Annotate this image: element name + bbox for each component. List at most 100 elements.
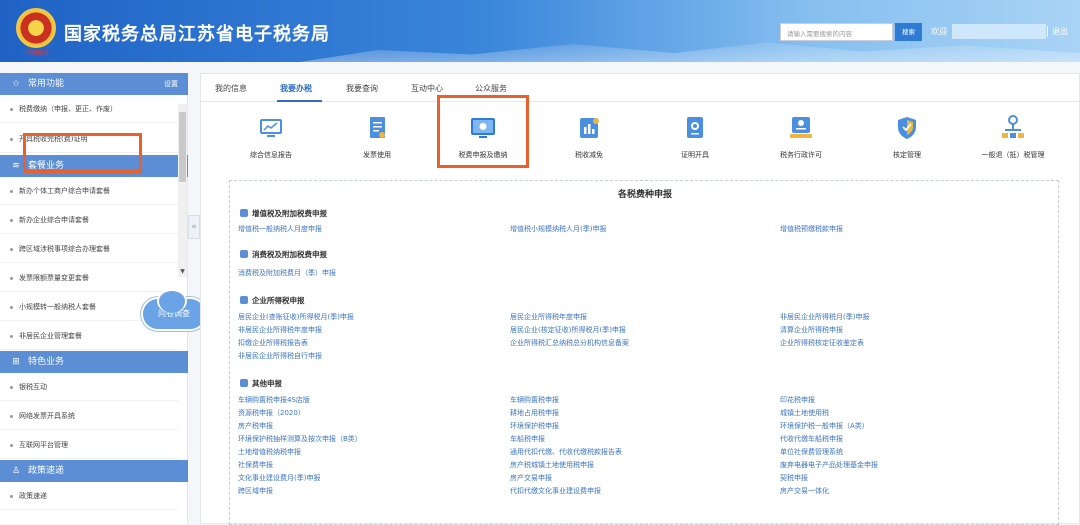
link-corp[interactable]: 居民企业(核定征收)所得税月(季)申报 xyxy=(510,325,626,335)
welcome-text: 欢迎 xyxy=(931,27,947,36)
section-title: 政策速递 xyxy=(28,466,65,476)
link-other[interactable]: 环境保护税申报 xyxy=(510,421,559,431)
sidebar-item[interactable]: 发票限额票量变更套餐 xyxy=(0,264,178,292)
category-tax-reduction[interactable]: 税收减免 xyxy=(544,114,634,160)
sidebar-item[interactable]: 新办个体工商户综合申请套餐 xyxy=(0,177,178,205)
tab-query[interactable]: 我要查询 xyxy=(346,83,378,94)
license-icon xyxy=(790,117,812,138)
link-other[interactable]: 文化事业建设费月(季)申报 xyxy=(238,473,320,483)
layers-icon: ≋ xyxy=(12,161,20,171)
sidebar-item[interactable]: 政策速递 xyxy=(0,482,178,510)
link-other[interactable]: 通用代扣代缴、代收代缴税款报告表 xyxy=(510,447,622,457)
scroll-down-arrow-icon[interactable]: ▼ xyxy=(179,268,186,276)
panel-title: 各税费种申报 xyxy=(617,190,672,200)
sidebar-item[interactable]: 网络发票开具系统 xyxy=(0,402,178,430)
link-corp[interactable]: 清算企业所得税申报 xyxy=(780,325,843,335)
link-corp[interactable]: 非居民企业所得税自行申报 xyxy=(238,351,322,361)
link-other[interactable]: 耕地占用税申报 xyxy=(510,408,559,418)
search-button[interactable]: 搜索 xyxy=(895,23,922,41)
tab-interaction[interactable]: 互动中心 xyxy=(411,83,443,94)
category-invoice[interactable]: 发票使用 xyxy=(332,114,422,160)
link-other[interactable]: 环境保护税抽样测算及按次申报（B类） xyxy=(238,434,362,444)
category-info-report[interactable]: 综合信息报告 xyxy=(226,114,316,160)
link-corp[interactable]: 居民企业所得税年度申报 xyxy=(510,312,587,322)
link-other[interactable]: 跨区域申报 xyxy=(238,486,273,496)
category-label: 证明开具 xyxy=(681,151,709,159)
tab-public-service[interactable]: 公众服务 xyxy=(475,83,507,94)
category-refund[interactable]: 一般退（抵）税管理 xyxy=(968,114,1058,160)
link-other[interactable]: 房产交易一体化 xyxy=(780,486,829,496)
sidebar-item[interactable]: 银税互动 xyxy=(0,373,178,401)
link-vat-general-monthly[interactable]: 增值税一般纳税人月度申报 xyxy=(238,224,322,234)
link-corp[interactable]: 扣缴企业所得税报告表 xyxy=(238,338,308,348)
category-label: 税收减免 xyxy=(575,151,603,159)
bullet-icon xyxy=(10,218,13,222)
survey-cloud-button[interactable]: 问卷调查 xyxy=(141,289,207,331)
link-other[interactable]: 代扣代缴文化事业建设费申报 xyxy=(510,486,601,496)
link-corp[interactable]: 企业所得税核定征收鉴定表 xyxy=(780,338,864,348)
link-vat-small-scale[interactable]: 增值税小规模纳税人月(季)申报 xyxy=(510,224,606,234)
link-corp[interactable]: 居民企业(查账征收)所得税月(季)申报 xyxy=(238,312,354,322)
sidebar-section-features[interactable]: ⊞ 特色业务 xyxy=(0,351,188,373)
link-consumption-tax[interactable]: 消费税及附加税费月（季）申报 xyxy=(238,268,336,278)
sidebar-item-label: 网络发票开具系统 xyxy=(19,412,75,420)
header-separator xyxy=(1047,26,1048,37)
bullet-icon xyxy=(10,247,13,251)
site-title: 国家税务总局江苏省电子税务局 xyxy=(64,24,330,45)
link-other[interactable]: 房产交易申报 xyxy=(510,473,552,483)
sidebar-section-policy[interactable]: ♙ 政策速递 xyxy=(0,460,188,482)
link-corp[interactable]: 非居民企业所得税年度申报 xyxy=(238,325,322,335)
scrollbar-thumb[interactable] xyxy=(179,112,186,182)
tab-my-info[interactable]: 我的信息 xyxy=(215,83,247,94)
tab-tax-handling[interactable]: 我要办税 xyxy=(280,83,312,94)
group-title-corporate: 企业所得税申报 xyxy=(240,295,305,306)
link-corp[interactable]: 企业所得税汇总纳税总分机构信息备案 xyxy=(510,338,629,348)
link-other[interactable]: 契税申报 xyxy=(780,473,808,483)
active-tab-indicator xyxy=(277,100,322,102)
star-icon: ☆ xyxy=(11,79,21,89)
link-other[interactable]: 资源税申报（2020） xyxy=(238,408,305,418)
sidebar-item-label: 发票限额票量变更套餐 xyxy=(19,274,89,282)
category-label: 核定管理 xyxy=(893,151,921,159)
link-other[interactable]: 社保费申报 xyxy=(238,460,273,470)
sidebar-item-label: 银税互动 xyxy=(19,383,47,391)
link-other[interactable]: 车船税申报 xyxy=(510,434,545,444)
reduction-icon xyxy=(580,118,599,138)
building-icon xyxy=(240,296,248,304)
sidebar-item[interactable]: 新办企业综合申请套餐 xyxy=(0,206,178,234)
link-other[interactable]: 环境保护税一般申报（A类） xyxy=(780,421,869,431)
sidebar-item-label: 政策速递 xyxy=(19,492,47,500)
link-other[interactable]: 印花税申报 xyxy=(780,395,815,405)
link-other[interactable]: 车辆购置税申报4S店版 xyxy=(238,395,310,405)
emblem-text: 中国税务 xyxy=(24,50,49,57)
sidebar-section-common[interactable]: ☆ 常用功能 设置 xyxy=(0,73,188,95)
collapse-sidebar-button[interactable]: « xyxy=(188,215,200,239)
link-other[interactable]: 代收代缴车船税申报 xyxy=(780,434,843,444)
flow-icon xyxy=(1002,115,1024,138)
sidebar-item-label: 新办企业综合申请套餐 xyxy=(19,216,89,224)
category-admin-license[interactable]: 税务行政许可 xyxy=(756,114,846,160)
link-vat-prepay[interactable]: 增值税预缴税款申报 xyxy=(780,224,843,234)
link-other[interactable]: 车辆购置税申报 xyxy=(510,395,559,405)
category-assessment[interactable]: 核定管理 xyxy=(862,114,952,160)
sidebar-item[interactable]: 跨区域涉税事项综合办理套餐 xyxy=(0,235,178,263)
grid-icon: ⊞ xyxy=(12,357,20,367)
category-certificate[interactable]: 证明开具 xyxy=(650,114,740,160)
invoice-icon xyxy=(370,117,385,138)
link-corp[interactable]: 非居民企业所得税月(季)申报 xyxy=(780,312,869,322)
main-content: 我的信息 我要办税 我要查询 互动中心 公众服务 综合信息报告 发票使用 税费申… xyxy=(200,73,1080,525)
link-other[interactable]: 废弃电器电子产品处理基金申报 xyxy=(780,460,878,470)
sidebar-item[interactable]: 互联网平台管理 xyxy=(0,431,178,459)
bullet-icon xyxy=(10,443,13,447)
bullet-icon xyxy=(10,494,13,498)
user-icon: ♙ xyxy=(11,466,21,476)
logout-link[interactable]: 退出 xyxy=(1052,26,1068,37)
link-other[interactable]: 单位社保费管理系统 xyxy=(780,447,843,457)
link-other[interactable]: 城镇土地使用税 xyxy=(780,408,829,418)
link-other[interactable]: 房产税申报 xyxy=(238,421,273,431)
settings-link[interactable]: 设置 xyxy=(164,73,178,95)
sidebar-item[interactable]: 税费缴纳（申报、更正、作废） xyxy=(0,95,178,123)
link-other[interactable]: 土地增值税纳税申报 xyxy=(238,447,301,457)
search-input[interactable]: 请输入需要搜索的内容 xyxy=(780,23,893,41)
link-other[interactable]: 房产税城镇土地使用税申报 xyxy=(510,460,594,470)
